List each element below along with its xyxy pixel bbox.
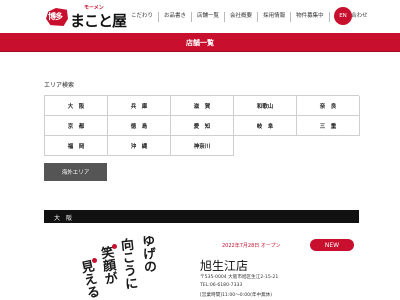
- area-wakayama[interactable]: 和歌山: [234, 96, 297, 116]
- area-kanagawa[interactable]: 神奈川: [171, 136, 234, 156]
- nav-item-recruit[interactable]: 採用情報: [257, 12, 290, 22]
- region-label: 大 阪: [54, 215, 73, 222]
- nav-item-menu[interactable]: お品書き: [158, 12, 191, 22]
- page-title-banner: 店舗一覧: [0, 33, 400, 52]
- nav-item-company[interactable]: 会社概要: [224, 12, 257, 22]
- overseas-area-button[interactable]: 海外エリア: [44, 163, 107, 181]
- nav-item-store-list[interactable]: 店舗一覧: [191, 12, 224, 22]
- brand-logo[interactable]: 博多 モーメン まこと屋: [46, 4, 127, 30]
- area-empty-cell: [234, 136, 297, 156]
- decorative-dot: [112, 244, 117, 249]
- area-mie[interactable]: 三 重: [297, 116, 360, 136]
- store-image-text: ゆげの: [138, 236, 157, 274]
- new-badge: NEW: [310, 239, 354, 251]
- area-hyogo[interactable]: 兵 庫: [108, 96, 171, 116]
- area-kyoto[interactable]: 京 都: [45, 116, 108, 136]
- area-okinawa[interactable]: 沖 縄: [108, 136, 171, 156]
- logo-name: まこと屋: [70, 12, 127, 30]
- store-hours: [営業時間]11:00～0:00(年中無休): [200, 293, 273, 298]
- area-empty-cell: [297, 136, 360, 156]
- nav-item-property[interactable]: 物件募集中: [290, 12, 329, 22]
- logo-seal-text: 博多: [48, 11, 63, 21]
- store-address: 〒535-0004 大阪市旭区生江2-15-21: [200, 275, 279, 280]
- store-open-date: 2022年7月28日 オープン: [222, 243, 281, 249]
- page-title: 店舗一覧: [186, 39, 214, 47]
- language-en-button[interactable]: EN: [334, 7, 352, 25]
- decorative-dot: [92, 258, 97, 263]
- area-aichi[interactable]: 愛 知: [171, 116, 234, 136]
- area-gifu[interactable]: 岐 阜: [234, 116, 297, 136]
- store-image-text: 向こうに: [117, 237, 138, 291]
- nav-item-kodawari[interactable]: こだわり: [126, 12, 158, 22]
- store-tel: TEL:06-6180-7333: [200, 283, 243, 288]
- store-image[interactable]: 見える 笑顔が 向こうに ゆげの: [76, 236, 160, 300]
- area-nara[interactable]: 奈 良: [297, 96, 360, 116]
- logo-seal-icon: 博多: [46, 8, 68, 26]
- area-search-title: エリア検索: [44, 82, 75, 89]
- site-header: 博多 モーメン まこと屋 こだわり お品書き 店舗一覧 会社概要 採用情報 物件…: [0, 0, 400, 32]
- area-fukuoka[interactable]: 福 岡: [45, 136, 108, 156]
- region-header: 大 阪: [44, 210, 359, 223]
- area-tokushima[interactable]: 徳 島: [108, 116, 171, 136]
- store-name[interactable]: 旭生江店: [200, 257, 248, 274]
- area-grid: 大 阪 兵 庫 滋 賀 和歌山 奈 良 京 都 徳 島 愛 知 岐 阜 三 重 …: [44, 95, 360, 156]
- area-shiga[interactable]: 滋 賀: [171, 96, 234, 116]
- area-osaka[interactable]: 大 阪: [45, 96, 108, 116]
